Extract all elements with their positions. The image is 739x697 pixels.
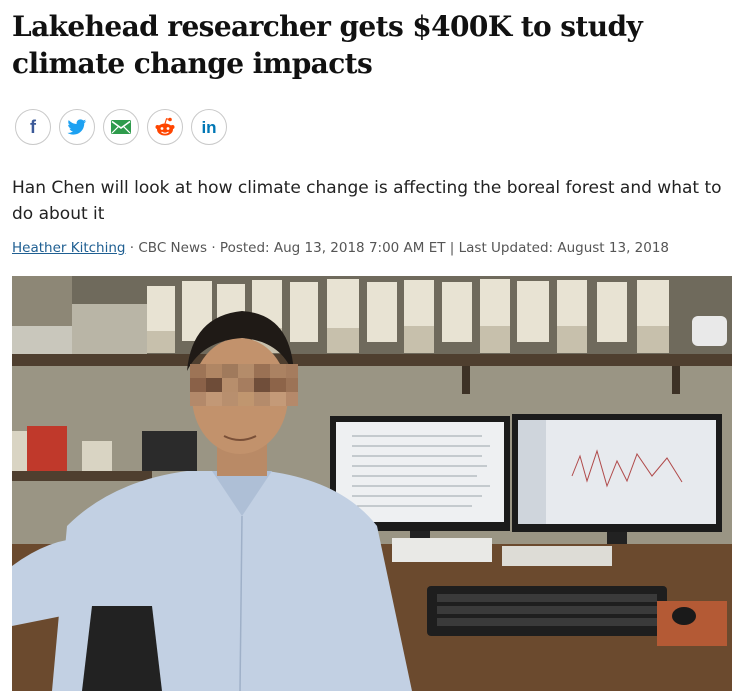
email-icon: [111, 120, 131, 134]
author-link[interactable]: Heather Kitching: [12, 240, 125, 256]
byline-separator: ·: [211, 240, 220, 256]
share-reddit-button[interactable]: [147, 109, 183, 145]
linkedin-icon: in: [201, 118, 216, 136]
svg-text:in: in: [201, 118, 216, 136]
byline-source: CBC News: [138, 240, 208, 256]
article-headline: Lakehead researcher gets $400K to study …: [12, 10, 643, 80]
reddit-icon: [155, 117, 175, 136]
facebook-icon: f: [30, 118, 37, 136]
byline-divider: |: [449, 240, 459, 256]
updated-date: Last Updated: August 13, 2018: [458, 240, 670, 256]
share-facebook-button[interactable]: f: [15, 109, 51, 145]
researcher-office-photo: [12, 276, 732, 691]
share-email-button[interactable]: [103, 109, 139, 145]
posted-date: Posted: Aug 13, 2018 7:00 AM ET: [219, 240, 446, 256]
twitter-icon: [67, 118, 87, 135]
share-bar: f in: [15, 109, 227, 145]
share-twitter-button[interactable]: [59, 109, 95, 145]
svg-text:f: f: [30, 118, 37, 136]
article-photo: [12, 276, 732, 691]
byline: Heather Kitching · CBC News · Posted: Au…: [12, 240, 669, 256]
article-dek: Han Chen will look at how climate change…: [12, 178, 722, 224]
share-linkedin-button[interactable]: in: [191, 109, 227, 145]
